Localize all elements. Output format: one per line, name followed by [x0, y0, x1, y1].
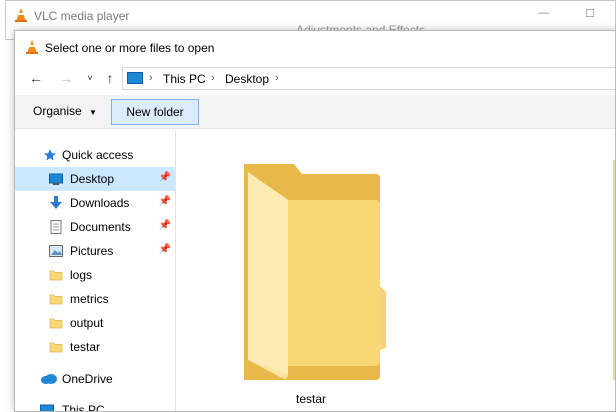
nav-downloads-label: Downloads [70, 196, 130, 210]
forward-arrow-icon[interactable]: → [57, 69, 75, 87]
nav-onedrive-label: OneDrive [62, 372, 113, 386]
organise-button[interactable]: Organise ▼ [27, 101, 103, 123]
folder-icon [49, 318, 63, 329]
organise-label: Organise [33, 104, 82, 118]
pin-icon[interactable]: 📌 [159, 220, 171, 231]
command-bar: Organise ▼ New folder [15, 95, 615, 129]
nav-logs-label: logs [70, 268, 93, 282]
back-arrow-icon[interactable]: ← [27, 69, 45, 87]
dialog-title: Select one or more files to open [45, 41, 215, 55]
breadcrumb-desktop[interactable]: Desktop [225, 72, 269, 86]
vlc-cone-icon [26, 40, 38, 54]
nav-metrics[interactable]: metrics [15, 287, 175, 311]
cloud-icon [41, 374, 57, 384]
minimize-icon[interactable]: — [538, 7, 549, 19]
nav-desktop-label: Desktop [70, 172, 115, 186]
file-list: testar [176, 130, 615, 411]
chevron-right-icon[interactable]: › [149, 72, 153, 84]
nav-this-pc[interactable]: This PC [15, 398, 175, 412]
desktop-icon [49, 173, 63, 185]
nav-desktop[interactable]: Desktop 📌 [15, 167, 175, 191]
download-arrow-icon [50, 196, 62, 209]
pin-icon[interactable]: 📌 [159, 172, 171, 183]
navigation-pane: Quick access Desktop 📌 Downloads 📌 Docum… [15, 130, 175, 412]
folder-icon [49, 270, 63, 281]
folder-icon [49, 342, 63, 353]
up-arrow-icon[interactable]: ↑ [101, 69, 119, 87]
new-folder-button[interactable]: New folder [111, 99, 199, 125]
nav-testar-label: testar [70, 340, 101, 354]
vlc-window-title: VLC media player [34, 9, 130, 23]
folder-item-testar[interactable] [240, 160, 388, 382]
address-bar[interactable]: › This PC › Desktop › [122, 67, 615, 90]
star-icon [44, 149, 56, 161]
dropdown-arrow-icon: ▼ [89, 108, 97, 117]
document-icon [50, 220, 62, 234]
this-pc-icon [40, 404, 54, 411]
nav-metrics-label: metrics [70, 292, 109, 306]
nav-output[interactable]: output [15, 311, 175, 335]
nav-quick-access-label: Quick access [62, 148, 134, 162]
nav-quick-access[interactable]: Quick access [15, 143, 175, 167]
nav-pictures-label: Pictures [70, 244, 114, 258]
folder-item-label: testar [296, 392, 327, 406]
nav-documents[interactable]: Documents 📌 [15, 215, 175, 239]
recent-locations-chevron-icon[interactable]: ˅ [81, 69, 99, 87]
pin-icon[interactable]: 📌 [159, 196, 171, 207]
open-file-dialog: Select one or more files to open ← → ˅ ↑… [14, 30, 616, 412]
folder-icon [49, 294, 63, 305]
nav-pictures[interactable]: Pictures 📌 [15, 239, 175, 263]
nav-logs[interactable]: logs [15, 263, 175, 287]
nav-this-pc-label: This PC [62, 403, 105, 412]
maximize-icon[interactable]: ☐ [585, 7, 595, 20]
chevron-right-icon[interactable]: › [211, 72, 215, 84]
nav-testar[interactable]: testar [15, 335, 175, 359]
breadcrumb-this-pc[interactable]: This PC [163, 72, 206, 86]
pin-icon[interactable]: 📌 [159, 244, 171, 255]
nav-downloads[interactable]: Downloads 📌 [15, 191, 175, 215]
chevron-right-icon[interactable]: › [275, 72, 279, 84]
large-folder-icon [244, 164, 386, 380]
nav-documents-label: Documents [70, 220, 131, 234]
vlc-cone-icon [15, 8, 27, 22]
nav-onedrive[interactable]: OneDrive [15, 367, 175, 391]
nav-output-label: output [70, 316, 104, 330]
pictures-icon [49, 245, 63, 257]
this-pc-icon [127, 72, 143, 84]
screen: VLC media player Adjustments and Effects… [0, 0, 616, 412]
